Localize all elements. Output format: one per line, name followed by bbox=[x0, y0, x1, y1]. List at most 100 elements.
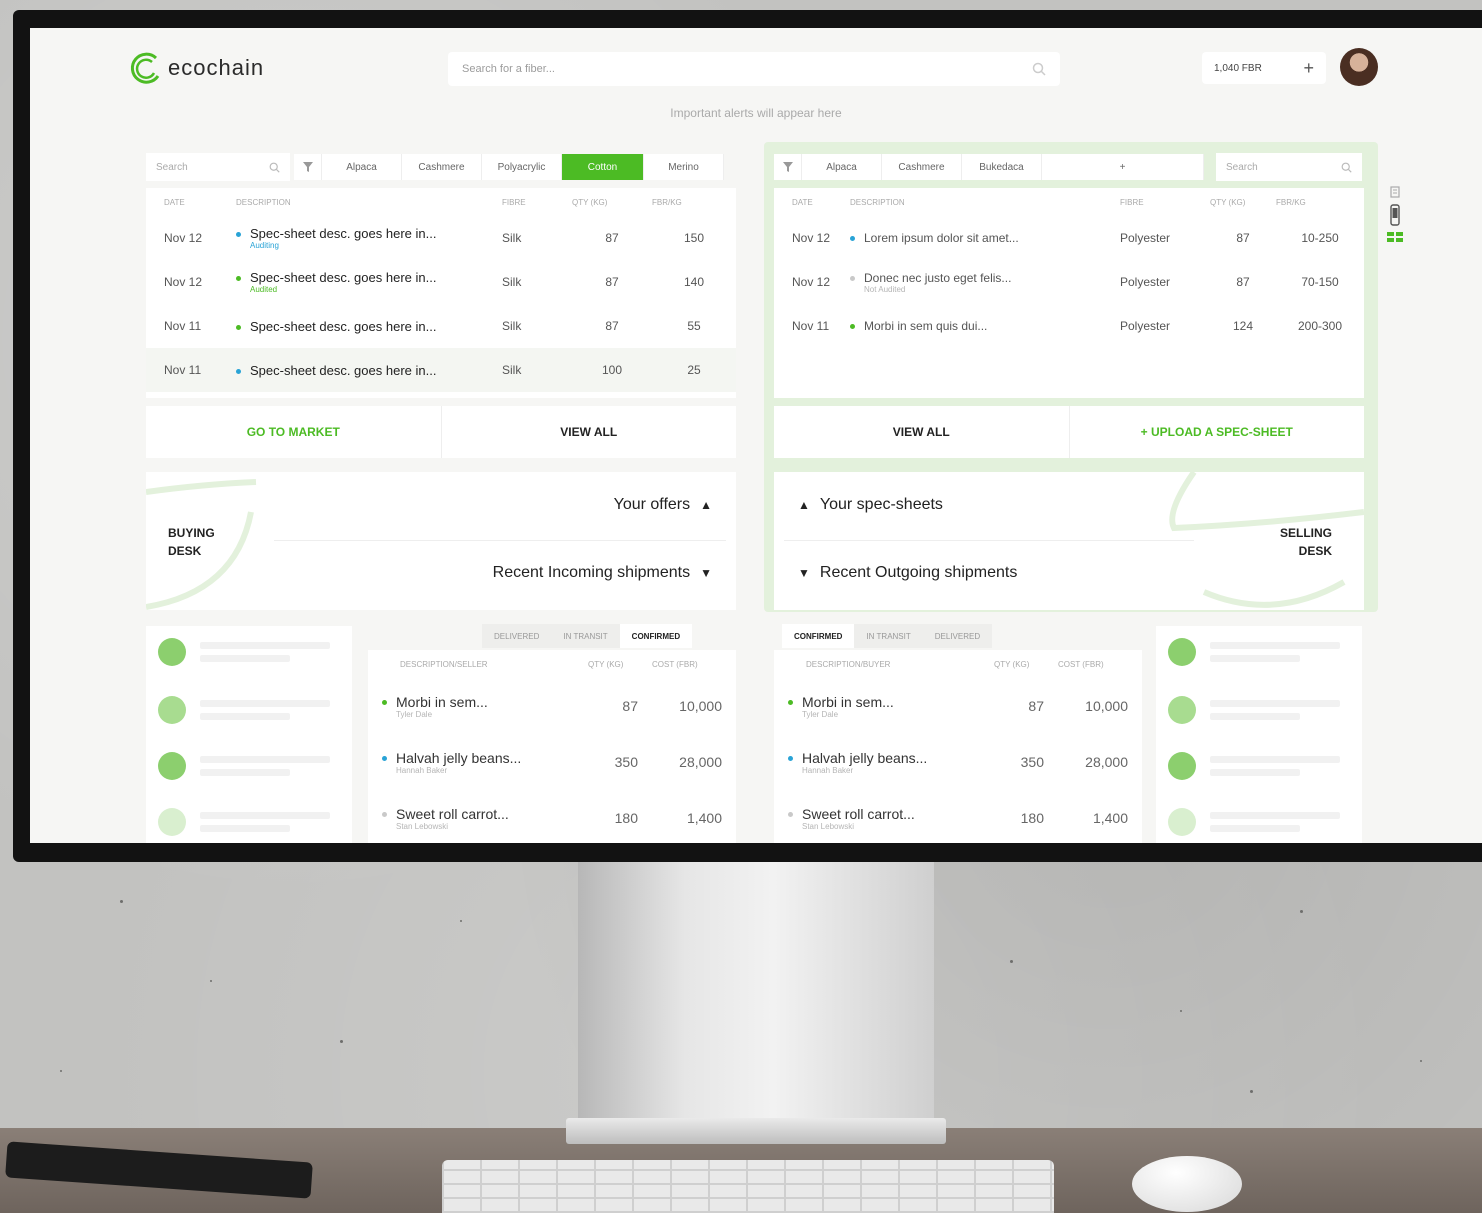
outgoing-shipments-toggle[interactable]: ▼ Recent Outgoing shipments bbox=[798, 564, 1017, 582]
fiber-search-input[interactable]: Search for a fiber... bbox=[448, 52, 1060, 86]
row-fibre: Silk bbox=[502, 231, 522, 245]
add-chip-button[interactable]: + bbox=[1042, 154, 1204, 180]
table-row[interactable]: Sweet roll carrot... Stan Lebowski 180 1,… bbox=[774, 790, 1142, 843]
table-row[interactable]: Morbi in sem... Tyler Dale 87 10,000 bbox=[368, 678, 736, 734]
logo[interactable]: ecochain bbox=[128, 48, 264, 88]
chevron-up-icon: ▲ bbox=[798, 498, 810, 512]
row-price: 140 bbox=[683, 275, 705, 289]
selling-specsheets-table: Date Description Fibre QTY (KG) FBR/KG N… bbox=[774, 188, 1364, 398]
status-badge: Audited bbox=[250, 285, 278, 294]
row-date: Nov 12 bbox=[792, 275, 831, 289]
row-price: 55 bbox=[687, 319, 701, 333]
row-qty: 87 bbox=[605, 275, 619, 289]
list-item bbox=[158, 696, 330, 724]
status-dot bbox=[382, 700, 387, 706]
status-dot bbox=[850, 275, 855, 281]
wallet-balance[interactable]: 1,040 FBR + bbox=[1202, 52, 1326, 84]
spec-sheets-toggle[interactable]: ▲ Your spec-sheets bbox=[798, 496, 943, 514]
mouse bbox=[1132, 1156, 1242, 1212]
divider bbox=[274, 540, 726, 541]
table-row[interactable]: Nov 12 Lorem ipsum dolor sit amet... Pol… bbox=[774, 216, 1364, 260]
ship-description: Morbi in sem... bbox=[396, 693, 488, 710]
avatar[interactable] bbox=[1340, 48, 1378, 86]
desk-decoration bbox=[1169, 472, 1364, 608]
chip-bukedaca[interactable]: Bukedaca bbox=[962, 154, 1042, 180]
row-description: Lorem ipsum dolor sit amet... bbox=[864, 231, 1019, 245]
chip-merino[interactable]: Merino bbox=[644, 154, 724, 180]
list-item bbox=[158, 808, 330, 836]
ship-qty: 180 bbox=[614, 810, 638, 826]
table-row[interactable]: Nov 11 Spec-sheet desc. goes here in... … bbox=[146, 348, 736, 392]
ship-buyer: Hannah Baker bbox=[802, 765, 854, 775]
buying-filterbar: Search Alpaca Cashmere Polyacrylic Cotto… bbox=[146, 152, 736, 182]
status-dot bbox=[236, 232, 241, 238]
ship-seller: Hannah Baker bbox=[396, 765, 448, 775]
ship-cost: 28,000 bbox=[679, 754, 722, 770]
chevron-down-icon: ▼ bbox=[798, 566, 810, 580]
table-row[interactable]: Nov 12 Donec nec justo eget felis... Not … bbox=[774, 260, 1364, 304]
ship-qty: 87 bbox=[622, 698, 638, 714]
tab-in-transit[interactable]: In transit bbox=[551, 624, 620, 648]
chip-alpaca[interactable]: Alpaca bbox=[322, 154, 402, 180]
search-placeholder: Search for a fiber... bbox=[462, 63, 555, 75]
tab-confirmed[interactable]: Confirmed bbox=[782, 624, 855, 648]
status-badge: Not Audited bbox=[864, 284, 906, 294]
chip-cotton[interactable]: Cotton bbox=[562, 154, 644, 180]
grid-icon[interactable] bbox=[1387, 232, 1403, 242]
row-price: 200-300 bbox=[1297, 319, 1343, 333]
table-row[interactable]: Halvah jelly beans... Hannah Baker 350 28… bbox=[368, 734, 736, 790]
selling-view-all-button[interactable]: VIEW ALL bbox=[774, 406, 1069, 458]
filter-icon[interactable] bbox=[294, 154, 322, 180]
filter-icon[interactable] bbox=[774, 154, 802, 180]
monitor-stand bbox=[578, 858, 934, 1133]
status-badge: Auditing bbox=[250, 241, 279, 250]
chip-polyacrylic[interactable]: Polyacrylic bbox=[482, 154, 562, 180]
table-row[interactable]: Nov 12 Spec-sheet desc. goes here in... A… bbox=[146, 216, 736, 260]
logo-mark-icon bbox=[130, 52, 160, 84]
table-row[interactable]: Morbi in sem... Tyler Dale 87 10,000 bbox=[774, 678, 1142, 734]
selling-contacts-skeleton bbox=[1156, 626, 1362, 843]
row-price: 150 bbox=[683, 231, 705, 245]
incoming-shipments-toggle[interactable]: Recent Incoming shipments ▼ bbox=[493, 564, 712, 582]
col-date: Date bbox=[792, 197, 813, 207]
list-item bbox=[1168, 638, 1340, 666]
your-offers-toggle[interactable]: Your offers ▲ bbox=[614, 496, 712, 514]
go-to-market-button[interactable]: GO TO MARKET bbox=[146, 406, 441, 458]
phone-icon[interactable] bbox=[1390, 204, 1400, 226]
col-qty: QTY (KG) bbox=[994, 659, 1030, 669]
chip-alpaca[interactable]: Alpaca bbox=[802, 154, 882, 180]
tab-confirmed[interactable]: Confirmed bbox=[619, 624, 693, 648]
table-row[interactable]: Nov 11 Morbi in sem quis dui... Polyeste… bbox=[774, 304, 1364, 348]
your-offers-label: Your offers bbox=[613, 496, 691, 513]
tab-in-transit[interactable]: In transit bbox=[854, 624, 923, 648]
table-row[interactable]: Nov 11 Spec-sheet desc. goes here in... … bbox=[146, 304, 736, 348]
row-description: Spec-sheet desc. goes here in... bbox=[250, 362, 437, 378]
selling-filterbar: Alpaca Cashmere Bukedaca + Search bbox=[774, 152, 1364, 182]
ship-description: Sweet roll carrot... bbox=[802, 805, 915, 822]
status-dot bbox=[236, 324, 241, 330]
table-row[interactable]: Halvah jelly beans... Hannah Baker 350 28… bbox=[774, 734, 1142, 790]
row-date: Nov 11 bbox=[792, 319, 830, 333]
ship-description: Sweet roll carrot... bbox=[396, 805, 509, 822]
table-row[interactable]: Sweet roll carrot... Stan Lebowski 180 1,… bbox=[368, 790, 736, 843]
status-dot bbox=[850, 324, 855, 330]
table-row[interactable]: Nov 12 Spec-sheet desc. goes here in... A… bbox=[146, 260, 736, 304]
document-icon[interactable] bbox=[1390, 186, 1400, 198]
buying-shipment-tabs: Delivered In transit Confirmed bbox=[482, 624, 693, 648]
tab-delivered[interactable]: Delivered bbox=[482, 624, 552, 648]
chip-cashmere[interactable]: Cashmere bbox=[882, 154, 962, 180]
tab-delivered[interactable]: Delivered bbox=[922, 624, 993, 648]
row-fibre: Polyester bbox=[1120, 275, 1171, 289]
upload-spec-sheet-button[interactable]: + UPLOAD A SPEC-SHEET bbox=[1068, 406, 1365, 458]
list-item bbox=[1168, 752, 1340, 780]
buying-desk-label: BUYING DESK bbox=[168, 524, 215, 560]
desk-label-line: DESK bbox=[1298, 544, 1332, 558]
buying-search-input[interactable]: Search bbox=[146, 153, 290, 181]
chip-cashmere[interactable]: Cashmere bbox=[402, 154, 482, 180]
buying-view-all-button[interactable]: VIEW ALL bbox=[440, 406, 737, 458]
row-description: Donec nec justo eget felis... bbox=[864, 270, 1012, 285]
selling-search-input[interactable]: Search bbox=[1216, 153, 1362, 181]
outgoing-shipments-label: Recent Outgoing shipments bbox=[819, 564, 1018, 581]
plus-icon[interactable]: + bbox=[1303, 58, 1314, 79]
col-fibre: Fibre bbox=[1120, 197, 1144, 207]
